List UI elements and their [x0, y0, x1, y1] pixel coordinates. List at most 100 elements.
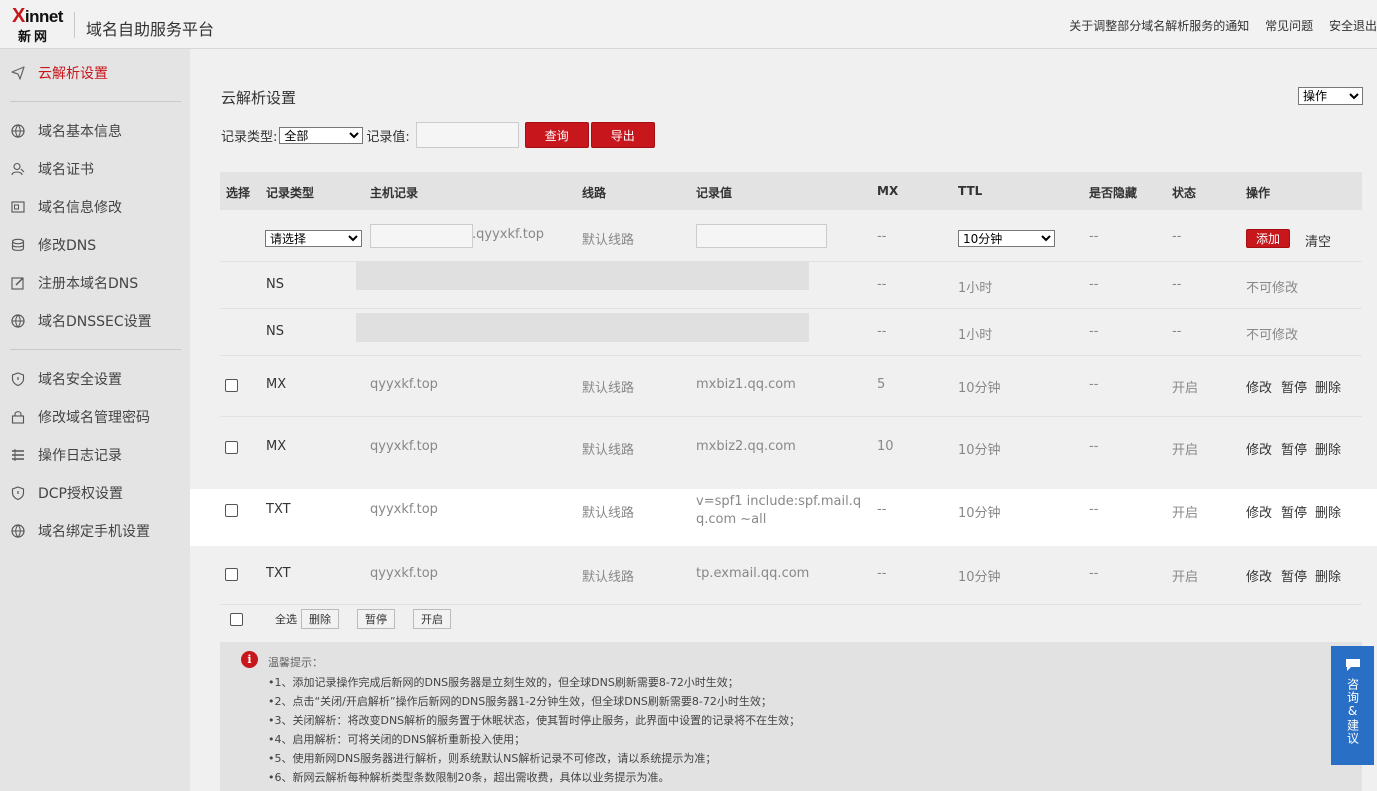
bulk-pause-button[interactable]: 暂停	[357, 609, 395, 629]
record-value-input[interactable]	[415, 122, 519, 148]
pause-button[interactable]: 暂停	[1281, 439, 1307, 458]
user-certificate-icon	[11, 162, 25, 176]
sidebar-item-certificate[interactable]: 域名证书	[0, 154, 190, 184]
sidebar-item-register-dns[interactable]: 注册本域名DNS	[0, 268, 190, 298]
cell-type: NS	[266, 277, 284, 292]
sidebar-item-dns-settings[interactable]: 云解析设置	[0, 58, 190, 88]
sidebar-item-basic-info[interactable]: 域名基本信息	[0, 116, 190, 146]
cell-ttl: 10分钟	[958, 443, 1001, 458]
tips-panel: i 温馨提示： •1、添加记录操作完成后新网的DNS服务器是立刻生效的，但全球D…	[220, 642, 1362, 791]
feedback-button[interactable]: 咨询&建议	[1331, 646, 1374, 765]
globe-icon	[11, 124, 25, 138]
delete-button[interactable]: 删除	[1315, 439, 1341, 458]
pause-button[interactable]: 暂停	[1281, 502, 1307, 521]
row-checkbox[interactable]	[225, 568, 238, 581]
cell-status: --	[1172, 277, 1182, 292]
sidebar-item-info-edit[interactable]: 域名信息修改	[0, 192, 190, 222]
tip-line: •2、点击“关闭/开启解析”操作后新网的DNS服务器1-2分钟生效，但全球DNS…	[268, 695, 772, 708]
delete-button[interactable]: 删除	[1315, 377, 1341, 396]
cell-status: 开启	[1172, 570, 1199, 585]
table-row: MX qyyxkf.top 默认线路 mxbiz2.qq.com 10 10分钟…	[190, 417, 1377, 489]
cell-hidden: --	[1089, 439, 1099, 454]
cell-type: TXT	[266, 566, 291, 581]
table-row-ns: NS -- 1小时 -- -- 不可修改	[190, 261, 1377, 308]
clear-button[interactable]: 清空	[1305, 231, 1331, 250]
cell-status: 开启	[1172, 381, 1199, 396]
sidebar-item-dcp[interactable]: DCP授权设置	[0, 478, 190, 508]
logout-link[interactable]: 安全退出	[1329, 19, 1377, 33]
cell-value: mxbiz2.qq.com	[696, 439, 796, 454]
globe-icon	[11, 524, 25, 538]
send-icon	[11, 66, 25, 80]
database-icon	[11, 238, 25, 252]
col-status: 状态	[1172, 186, 1197, 200]
tip-line: •3、关闭解析：将改变DNS解析的服务置于休眠状态，使其暂时停止服务，此界面中设…	[268, 714, 801, 727]
col-select: 选择	[226, 186, 251, 200]
delete-button[interactable]: 删除	[1315, 566, 1341, 585]
cell-line: 默认线路	[582, 570, 635, 585]
edit-icon	[11, 276, 25, 290]
add-button[interactable]: 添加	[1246, 229, 1291, 248]
sidebar-item-logs[interactable]: 操作日志记录	[0, 440, 190, 470]
edit-button[interactable]: 修改	[1246, 566, 1272, 585]
operations-select[interactable]: 操作	[1298, 87, 1363, 105]
sidebar-item-label: 域名绑定手机设置	[38, 524, 150, 540]
bulk-enable-button[interactable]: 开启	[413, 609, 451, 629]
col-hidden: 是否隐藏	[1089, 186, 1138, 200]
new-record-type-select[interactable]: 请选择	[265, 230, 362, 247]
cell-ttl: 1小时	[958, 328, 993, 343]
export-button[interactable]: 导出	[590, 122, 655, 148]
query-button[interactable]: 查询	[524, 122, 589, 148]
select-all-checkbox[interactable]	[230, 612, 243, 626]
header-divider	[74, 12, 75, 38]
row-checkbox[interactable]	[225, 441, 238, 454]
pause-button[interactable]: 暂停	[1281, 566, 1307, 585]
shield-icon	[11, 372, 25, 386]
cell-hidden: --	[1089, 566, 1099, 581]
masked-host-value	[356, 313, 809, 342]
cell-ttl: 10分钟	[958, 506, 1001, 521]
new-value-input[interactable]	[696, 224, 827, 248]
lock-icon	[11, 410, 25, 424]
sidebar-item-password[interactable]: 修改域名管理密码	[0, 402, 190, 432]
sidebar: 云解析设置 域名基本信息 域名证书 域名信息修改 修改DNS 注册本域名DNS …	[0, 49, 190, 791]
cell-line: 默认线路	[582, 506, 635, 521]
sidebar-item-phone[interactable]: 域名绑定手机设置	[0, 516, 190, 546]
xinnet-logo[interactable]: Xinnet 新网	[12, 5, 64, 45]
faq-link[interactable]: 常见问题	[1265, 19, 1313, 33]
cell-hidden: --	[1089, 324, 1099, 339]
sidebar-item-label: 修改域名管理密码	[38, 410, 150, 426]
sidebar-item-security[interactable]: 域名安全设置	[0, 364, 190, 394]
record-type-select[interactable]: 全部	[279, 126, 364, 144]
host-suffix: .qyyxkf.top	[472, 227, 545, 242]
col-mx: MX	[877, 184, 899, 198]
sidebar-item-modify-dns[interactable]: 修改DNS	[0, 230, 190, 260]
dns-notice-link[interactable]: 关于调整部分域名解析服务的通知	[1069, 19, 1249, 33]
site-title: 域名自助服务平台	[86, 20, 215, 39]
edit-button[interactable]: 修改	[1246, 502, 1272, 521]
pause-button[interactable]: 暂停	[1281, 377, 1307, 396]
main-content: 云解析设置 操作 记录类型: 全部 记录值: 查询 导出 选择 记录类型 主机记…	[190, 49, 1377, 791]
filter-bar: 记录类型: 全部 记录值: 查询 导出	[221, 122, 655, 148]
globe-icon	[11, 314, 25, 328]
sidebar-divider	[10, 101, 181, 102]
logo-brand: Xinnet	[12, 5, 63, 27]
col-type: 记录类型	[266, 186, 315, 200]
sidebar-item-dnssec[interactable]: 域名DNSSEC设置	[0, 306, 190, 336]
sidebar-item-label: 域名基本信息	[38, 124, 122, 140]
edit-button[interactable]: 修改	[1246, 377, 1272, 396]
row-checkbox[interactable]	[225, 379, 238, 392]
row-checkbox[interactable]	[225, 504, 238, 517]
cell-mx: --	[877, 502, 887, 517]
select-all-label: 全选	[275, 613, 297, 626]
cell-host: qyyxkf.top	[370, 566, 438, 581]
new-ttl-select[interactable]: 10分钟	[958, 230, 1055, 247]
delete-button[interactable]: 删除	[1315, 502, 1341, 521]
cell-hidden: --	[1089, 229, 1099, 244]
record-type-label: 记录类型:	[221, 129, 278, 145]
new-host-input[interactable]	[370, 224, 473, 248]
edit-button[interactable]: 修改	[1246, 439, 1272, 458]
bulk-delete-button[interactable]: 删除	[301, 609, 339, 629]
info-icon: i	[241, 651, 258, 668]
cell-line: 默认线路	[582, 443, 635, 458]
